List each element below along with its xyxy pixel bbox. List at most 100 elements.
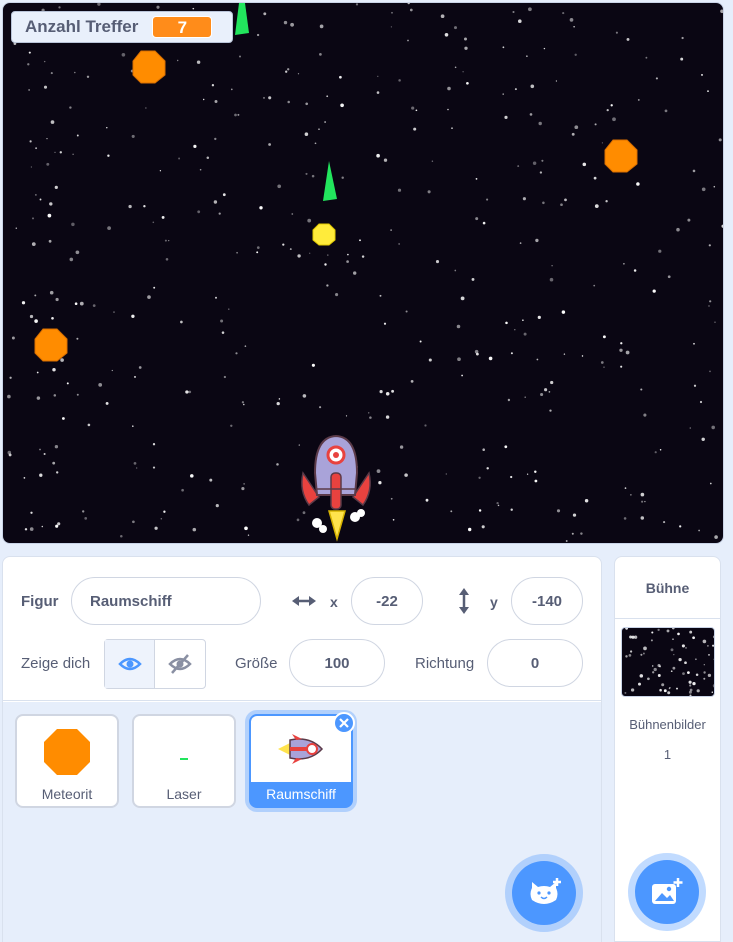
- star: [666, 629, 670, 633]
- star: [703, 664, 705, 666]
- star: [689, 694, 692, 696]
- sprite-tile-meteorit[interactable]: Meteorit: [15, 714, 119, 808]
- y-label: y: [490, 594, 498, 610]
- star: [668, 687, 671, 690]
- star: [661, 683, 665, 687]
- star: [702, 639, 707, 644]
- star: [696, 689, 700, 693]
- star: [684, 661, 687, 665]
- stage[interactable]: Anzahl Treffer 7: [2, 2, 724, 544]
- meteor-icon: [44, 729, 90, 775]
- star: [708, 654, 710, 656]
- star: [703, 677, 706, 680]
- star: [629, 650, 633, 653]
- sprite-list: Meteorit Laser Raumschiff: [3, 702, 601, 942]
- star: [640, 653, 643, 656]
- star: [692, 636, 695, 640]
- star: [625, 628, 629, 630]
- star: [695, 673, 699, 677]
- sprite-info: Figur Raumschiff x -22 y -140 Zeige dich: [3, 557, 601, 701]
- star: [657, 628, 660, 632]
- star: [695, 658, 697, 661]
- laser-icon: [180, 758, 188, 760]
- star: [647, 677, 650, 681]
- vertical-arrows-icon: [459, 588, 469, 614]
- star: [687, 671, 690, 674]
- star: [703, 671, 706, 674]
- delete-sprite-button[interactable]: [333, 712, 355, 734]
- star: [676, 687, 678, 690]
- stage-sprites: [34, 3, 638, 542]
- star: [707, 645, 709, 647]
- star: [670, 648, 674, 652]
- sprite-tile-label: Raumschiff: [266, 786, 336, 802]
- variable-monitor[interactable]: Anzahl Treffer 7: [11, 11, 233, 43]
- star: [642, 652, 645, 655]
- star: [651, 631, 654, 634]
- star: [643, 646, 647, 651]
- laser-sprite[interactable]: [323, 161, 337, 201]
- star: [657, 674, 661, 677]
- show-button[interactable]: [105, 640, 155, 688]
- image-plus-icon: [652, 878, 683, 904]
- monitor-value: 7: [152, 16, 213, 38]
- stage-thumbnail[interactable]: [621, 627, 715, 697]
- star: [712, 644, 714, 647]
- size-input[interactable]: 100: [289, 639, 385, 687]
- star: [678, 657, 682, 662]
- star: [638, 682, 641, 686]
- backdrops-label: Bühnenbilder: [629, 717, 706, 732]
- laser-sprite[interactable]: [235, 3, 249, 35]
- size-label: Größe: [235, 655, 278, 672]
- star: [712, 684, 714, 688]
- star: [628, 654, 632, 657]
- sprite-name-field[interactable]: Raumschiff: [71, 577, 261, 625]
- sprite-tile-label: Laser: [166, 786, 202, 802]
- star: [639, 674, 644, 678]
- star: [688, 680, 692, 684]
- hide-button[interactable]: [155, 640, 205, 688]
- star: [681, 644, 685, 648]
- star: [688, 690, 692, 694]
- star: [714, 649, 715, 650]
- meteor-sprite[interactable]: [604, 139, 638, 173]
- sprite-tile-raumschiff[interactable]: Raumschiff: [249, 712, 355, 808]
- rocket-icon: [278, 734, 324, 764]
- star: [625, 655, 628, 658]
- star: [672, 666, 676, 670]
- meteor-sprite[interactable]: [34, 328, 68, 362]
- sprite-label: Figur: [21, 593, 59, 610]
- star: [631, 635, 635, 639]
- star: [677, 632, 680, 636]
- coin-sprite[interactable]: [312, 223, 336, 246]
- star: [624, 691, 627, 694]
- direction-input[interactable]: 0: [487, 639, 583, 687]
- star: [650, 639, 653, 642]
- star: [657, 663, 661, 668]
- star: [652, 671, 655, 674]
- stage-title: Bühne: [615, 557, 720, 619]
- stage-selector[interactable]: Bühne Bühnenbilder 1: [614, 556, 721, 942]
- choose-backdrop-button[interactable]: [628, 853, 706, 931]
- star: [673, 653, 675, 656]
- star: [671, 628, 675, 630]
- sprite-tile-laser[interactable]: Laser: [132, 714, 236, 808]
- star: [651, 665, 654, 667]
- star: [707, 673, 712, 678]
- star: [659, 688, 662, 692]
- x-input[interactable]: -22: [351, 577, 423, 625]
- rocket-sprite[interactable]: [301, 434, 371, 542]
- star: [670, 670, 673, 673]
- choose-sprite-button[interactable]: [505, 854, 583, 932]
- show-label: Zeige dich: [21, 655, 91, 672]
- star: [689, 630, 693, 634]
- starfield: [624, 628, 715, 696]
- cat-plus-icon: [530, 878, 561, 904]
- visibility-toggle: [104, 639, 206, 689]
- star: [713, 635, 714, 639]
- meteor-sprite[interactable]: [132, 50, 166, 84]
- star: [711, 691, 714, 693]
- eye-icon: [117, 657, 142, 671]
- y-input[interactable]: -140: [511, 577, 583, 625]
- close-icon: [339, 718, 349, 728]
